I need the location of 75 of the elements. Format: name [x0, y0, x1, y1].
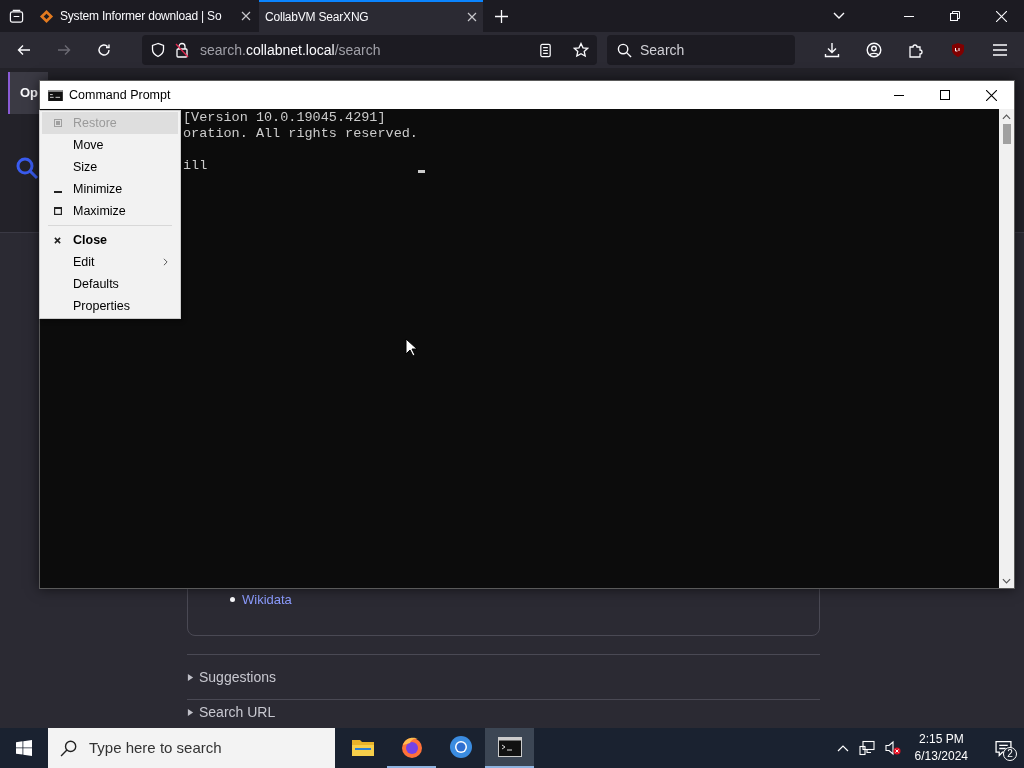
- tab-list-icon[interactable]: [8, 8, 24, 24]
- console-text: [Version 10.0.19045.4291] oration. All rights reserved. ill: [183, 110, 418, 174]
- restore-icon: [53, 119, 62, 127]
- address-bar[interactable]: search.collabnet.local/search: [142, 35, 597, 65]
- muted-speaker-icon[interactable]: [884, 740, 901, 756]
- download-icon[interactable]: [824, 42, 840, 58]
- new-tab-icon[interactable]: [494, 9, 508, 23]
- taskbar-search-field[interactable]: Type here to search: [48, 728, 335, 768]
- puzzle-piece-icon[interactable]: [908, 42, 924, 58]
- menu-item[interactable]: Move: [42, 134, 178, 156]
- chevron-right-icon: [163, 258, 168, 266]
- wikidata-link[interactable]: Wikidata: [242, 589, 292, 609]
- scroll-down-icon[interactable]: [1002, 578, 1011, 584]
- menu-item[interactable]: Defaults: [42, 273, 178, 295]
- close-icon: [54, 236, 61, 244]
- url-text: search.collabnet.local/search: [200, 40, 381, 60]
- search-icon: [617, 42, 632, 58]
- reader-view-icon[interactable]: [538, 42, 553, 58]
- right-arrow-icon: [56, 42, 72, 58]
- reload-icon: [96, 42, 112, 58]
- bookmark-star-icon[interactable]: [573, 42, 589, 58]
- search-field[interactable]: Search: [607, 35, 795, 65]
- shield-icon: [150, 42, 166, 58]
- notification-count: 2: [1003, 747, 1017, 761]
- search-icon: [60, 739, 77, 757]
- left-arrow-icon: [16, 42, 32, 58]
- menu-item[interactable]: Properties: [42, 295, 178, 317]
- menu-item[interactable]: Maximize: [42, 200, 178, 222]
- chevron-up-icon[interactable]: [836, 744, 849, 752]
- scrollbar-thumb[interactable]: [1002, 124, 1011, 144]
- minimize-icon: [53, 191, 62, 193]
- scrollbar[interactable]: [999, 109, 1014, 588]
- section-label: Search URL: [199, 702, 276, 722]
- disclosure-section[interactable]: Search URL: [187, 700, 820, 724]
- windows-start-icon[interactable]: [16, 740, 32, 756]
- section-label: Suggestions: [199, 667, 277, 687]
- folder-icon: [350, 737, 375, 757]
- clock-date: 6/13/2024: [914, 748, 968, 765]
- browser-tab[interactable]: System Informer download | So: [33, 0, 257, 32]
- scroll-up-icon[interactable]: [1002, 114, 1011, 120]
- console-app-icon[interactable]: [48, 89, 63, 101]
- shield-extension-icon[interactable]: [950, 42, 966, 58]
- close-icon[interactable]: [985, 89, 997, 101]
- account-icon[interactable]: [866, 42, 882, 58]
- mouse-pointer-icon: [405, 338, 417, 356]
- bullet-icon: [230, 596, 235, 602]
- minimize-icon[interactable]: [904, 15, 914, 17]
- menu-item[interactable]: Minimize: [42, 178, 178, 200]
- tab-title: CollabVM SearXNG: [265, 9, 370, 26]
- restore-icon[interactable]: [950, 11, 960, 21]
- lock-icon: [174, 42, 190, 58]
- notification-icon[interactable]: [994, 739, 1012, 757]
- search-icon[interactable]: [15, 156, 39, 180]
- tab-title: System Informer download | So: [60, 8, 223, 25]
- taskbar-app[interactable]: [485, 728, 534, 768]
- menu-item[interactable]: Size: [42, 156, 178, 178]
- menu-icon[interactable]: [992, 42, 1008, 58]
- network-icon[interactable]: [858, 740, 875, 756]
- menu-item[interactable]: Edit: [42, 251, 178, 273]
- browser-icon: [448, 735, 473, 759]
- terminal-icon: [497, 737, 522, 757]
- text-cursor: [417, 170, 425, 173]
- maximize-icon: [53, 207, 62, 215]
- minimize-icon[interactable]: [894, 94, 904, 96]
- menu-item[interactable]: Close: [42, 229, 178, 251]
- diamond-logo-icon: [39, 8, 54, 24]
- window-title: Command Prompt: [69, 86, 171, 104]
- search-placeholder: Type here to search: [89, 737, 222, 758]
- chevron-down-icon[interactable]: [833, 12, 845, 20]
- disclosure-section[interactable]: Suggestions: [187, 655, 820, 700]
- maximize-icon[interactable]: [940, 90, 950, 100]
- browser-icon: [399, 735, 424, 759]
- clock-time: 2:15 PM: [918, 731, 964, 748]
- search-placeholder: Search: [640, 40, 685, 60]
- browser-tab[interactable]: CollabVM SearXNG: [259, 0, 483, 32]
